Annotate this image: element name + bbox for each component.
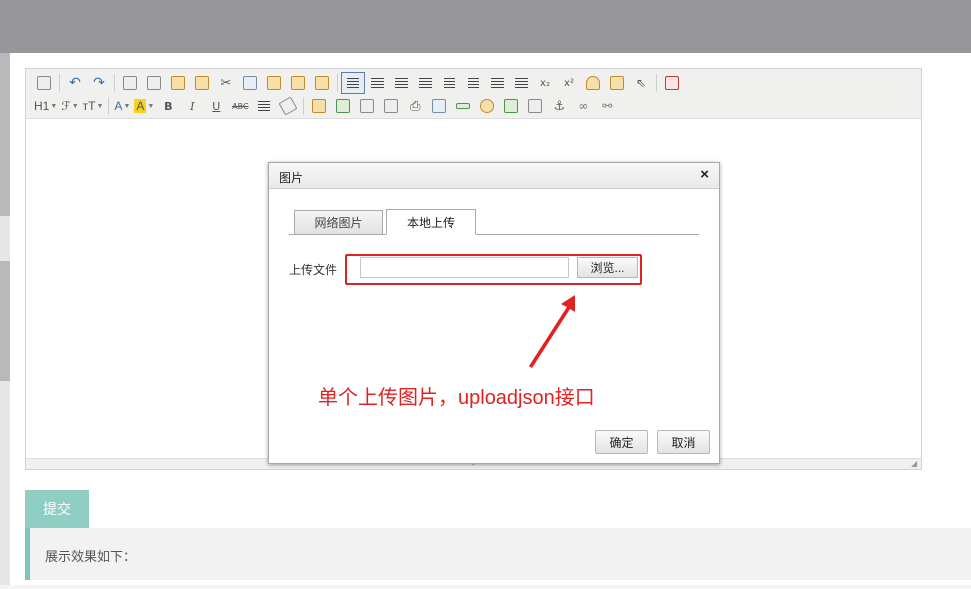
undo-icon[interactable]: ↶ [63, 72, 87, 94]
remove-format-icon[interactable] [276, 95, 300, 117]
image-icon[interactable] [307, 95, 331, 117]
fontsize-label: тT [82, 99, 96, 113]
editor-toolbar: ↶ ↷ ✂ x₂ x² ⇖ H1 ▼ ℱ ▼ тT ▼ A ▼ A ▼ B I … [26, 69, 921, 119]
toolbar-row-2: H1 ▼ ℱ ▼ тT ▼ A ▼ A ▼ B I U ABC ⎙ ⚓ ∞ ⚯ [32, 95, 619, 117]
close-icon[interactable]: × [700, 167, 709, 183]
source-icon[interactable] [32, 72, 56, 94]
toolbar-separator [59, 74, 60, 92]
dialog-header: 图片 × [269, 163, 719, 189]
cut-icon[interactable]: ✂ [214, 72, 238, 94]
outdent-icon[interactable] [509, 72, 533, 94]
toolbar-separator [656, 74, 657, 92]
chevron-down-icon: ▼ [147, 102, 155, 110]
quick-format-icon[interactable] [605, 72, 629, 94]
upload-file-label: 上传文件 [289, 263, 338, 277]
hilitecolor-dropdown[interactable]: A ▼ [132, 95, 156, 117]
indent-icon[interactable] [485, 72, 509, 94]
baidu-map-icon[interactable] [499, 95, 523, 117]
result-label: 展示效果如下： [45, 549, 137, 564]
result-panel: 展示效果如下： [25, 528, 971, 580]
font-family-dropdown[interactable]: ℱ ▼ [59, 95, 80, 117]
heading-dropdown[interactable]: H1 ▼ [32, 95, 59, 117]
tab-local-upload[interactable]: 本地上传 [386, 209, 476, 235]
unlink-icon[interactable]: ⚯ [595, 95, 619, 117]
top-header-bar [0, 0, 971, 53]
code-icon[interactable] [190, 72, 214, 94]
flash-icon[interactable] [355, 95, 379, 117]
annotation-text: 单个上传图片，uploadjson接口 [318, 387, 595, 409]
fullscreen-icon[interactable] [660, 72, 684, 94]
anchor-icon[interactable]: ⚓ [547, 95, 571, 117]
chevron-down-icon: ▼ [71, 102, 79, 110]
emoticons-icon[interactable] [475, 95, 499, 117]
select-all-icon[interactable]: ⇖ [629, 72, 653, 94]
pagebreak-icon[interactable] [523, 95, 547, 117]
tab-network-image[interactable]: 网络图片 [294, 210, 383, 235]
ordered-list-icon[interactable] [437, 72, 461, 94]
font-label: ℱ [61, 99, 71, 113]
paste-icon[interactable] [262, 72, 286, 94]
link-icon[interactable]: ∞ [571, 95, 595, 117]
submit-button[interactable]: 提交 [25, 490, 89, 528]
highlight-box [345, 254, 642, 285]
left-sidebar-strip [0, 53, 10, 589]
align-justify-icon[interactable] [413, 72, 437, 94]
superscript-icon[interactable]: x² [557, 72, 581, 94]
toolbar-separator [108, 97, 110, 115]
underline-button[interactable]: U [204, 95, 228, 117]
redo-icon[interactable]: ↷ [87, 72, 111, 94]
align-left-icon[interactable] [341, 72, 365, 94]
table-icon[interactable] [427, 95, 451, 117]
paste-plain-icon[interactable] [286, 72, 310, 94]
chevron-down-icon: ▼ [123, 102, 131, 110]
hr-icon[interactable] [451, 95, 475, 117]
clear-format-icon[interactable] [581, 72, 605, 94]
subscript-icon[interactable]: x₂ [533, 72, 557, 94]
toolbar-separator [114, 74, 115, 92]
print-icon[interactable] [142, 72, 166, 94]
italic-button[interactable]: I [180, 95, 204, 117]
forecolor-dropdown[interactable]: A ▼ [112, 95, 132, 117]
chevron-down-icon: ▼ [96, 102, 104, 110]
chevron-down-icon: ▼ [50, 102, 58, 110]
copy-icon[interactable] [238, 72, 262, 94]
cancel-button[interactable]: 取消 [657, 430, 710, 454]
heading-label: H1 [34, 99, 50, 113]
dialog-title: 图片 [279, 171, 304, 185]
attachment-icon[interactable]: ⎙ [403, 95, 427, 117]
annotation-arrow [529, 295, 575, 368]
toolbar-separator [337, 74, 338, 92]
resize-grip-icon[interactable]: ◢ [911, 460, 919, 468]
align-center-icon[interactable] [365, 72, 389, 94]
toolbar-separator [303, 97, 305, 115]
unordered-list-icon[interactable] [461, 72, 485, 94]
paste-word-icon[interactable] [310, 72, 334, 94]
forecolor-label: A [114, 99, 123, 113]
bottom-divider [0, 585, 971, 589]
preview-icon[interactable] [118, 72, 142, 94]
hilite-label: A [134, 99, 147, 113]
ok-button[interactable]: 确定 [595, 430, 648, 454]
toolbar-row-1: ↶ ↷ ✂ x₂ x² ⇖ [32, 72, 684, 94]
strikethrough-button[interactable]: ABC [228, 95, 252, 117]
template-icon[interactable] [166, 72, 190, 94]
multi-image-icon[interactable] [331, 95, 355, 117]
font-size-dropdown[interactable]: тT ▼ [81, 95, 106, 117]
media-icon[interactable] [379, 95, 403, 117]
sidebar-segment [0, 53, 10, 216]
line-height-icon[interactable] [252, 95, 276, 117]
bold-button[interactable]: B [156, 95, 180, 117]
image-dialog: 图片 × 网络图片 本地上传 上传文件 浏览... 确定 取消 [268, 162, 720, 464]
sidebar-segment [0, 261, 10, 381]
align-right-icon[interactable] [389, 72, 413, 94]
